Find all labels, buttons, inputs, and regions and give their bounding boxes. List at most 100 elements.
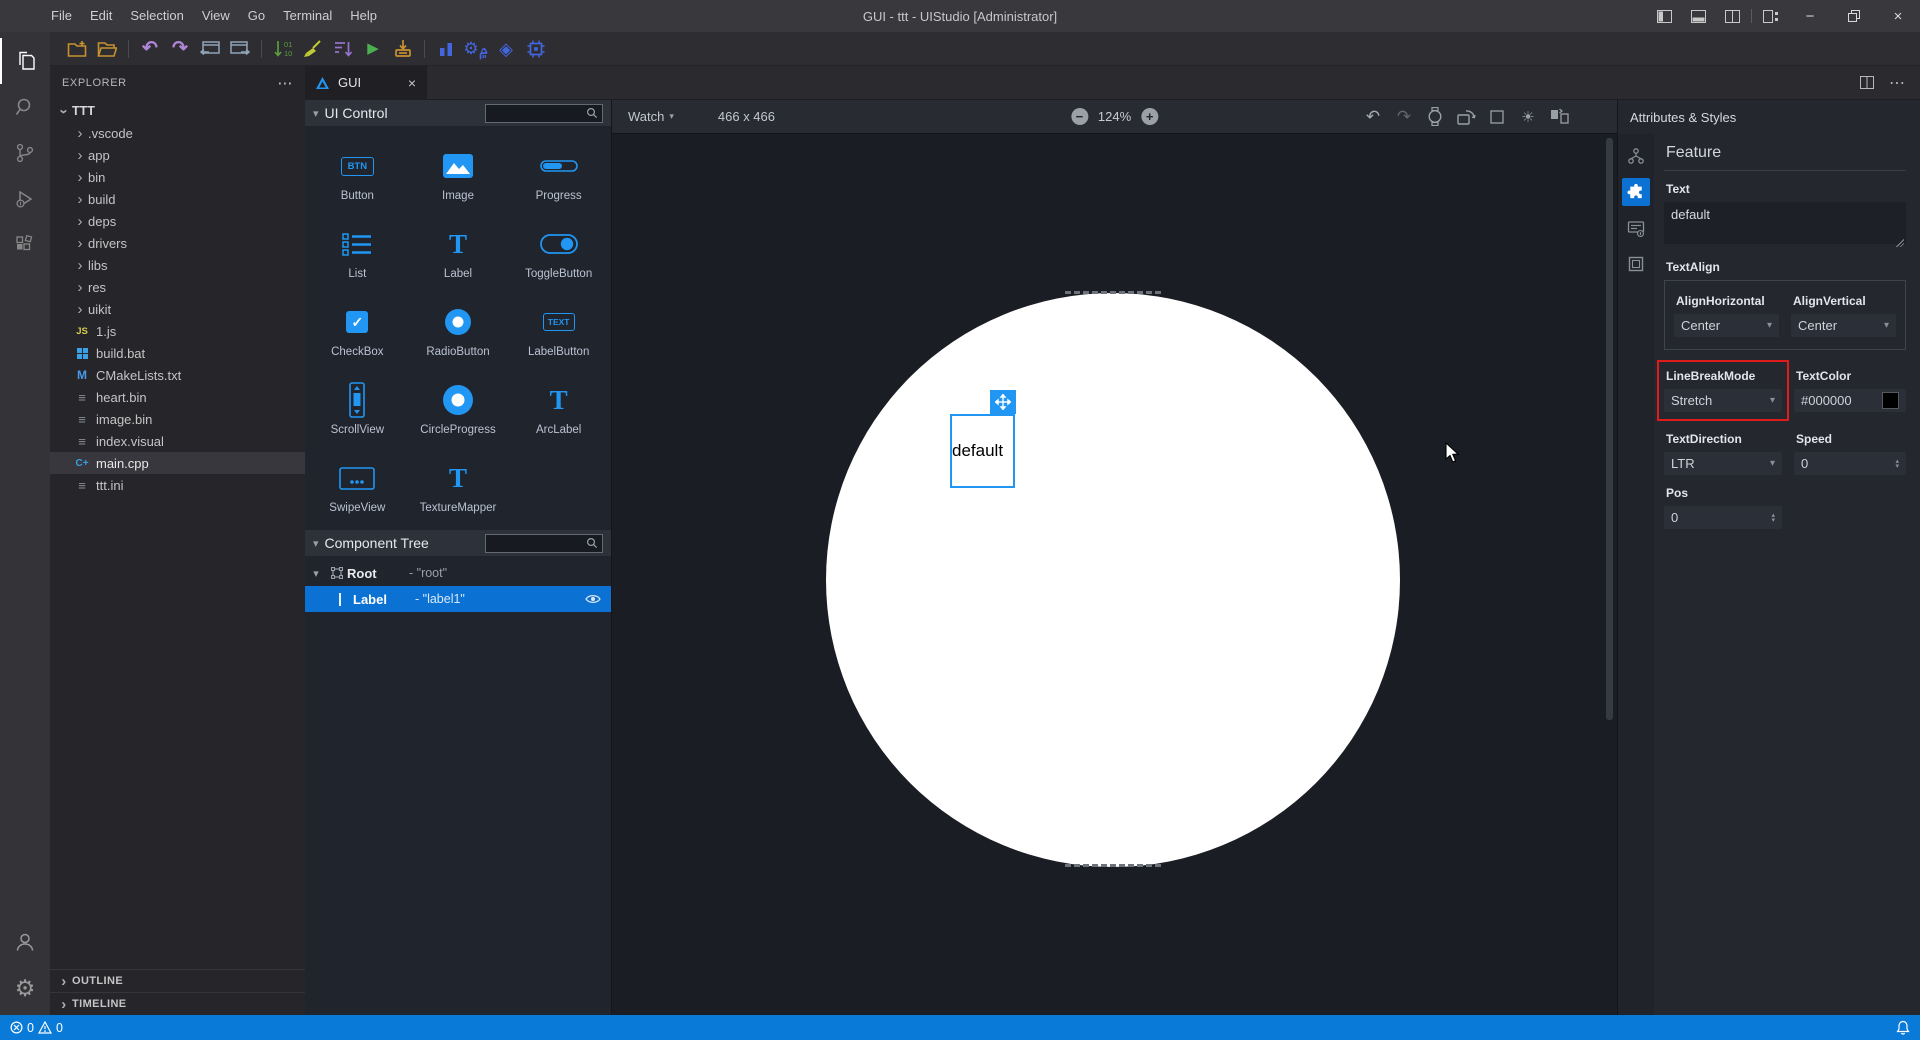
notifications-bell-icon[interactable] [1896,1020,1910,1035]
menu-go[interactable]: Go [239,0,274,32]
speed-stepper[interactable]: 0 ▴ ▾ [1794,452,1906,475]
stepper-arrows-icon[interactable]: ▴ ▾ [1771,512,1775,524]
tree-file-1js[interactable]: JS 1.js [50,320,305,342]
tree-file-heartbin[interactable]: ≡ heart.bin [50,386,305,408]
stats-bars-icon[interactable] [431,36,461,62]
run-play-icon[interactable]: ▶ [358,36,388,62]
run-debug-icon[interactable] [0,176,50,222]
clean-broom-icon[interactable] [298,36,328,62]
canvas-undo-icon[interactable]: ↶ [1361,107,1385,127]
tree-folder-vscode[interactable]: › .vscode [50,122,305,144]
text-input[interactable]: default [1664,202,1906,244]
explorer-icon[interactable] [0,38,50,84]
theme-brightness-icon[interactable]: ☀ [1516,108,1540,126]
move-handle[interactable] [990,390,1016,414]
chip-icon[interactable] [521,36,551,62]
menu-view[interactable]: View [193,0,239,32]
component-tree-header[interactable]: ▾ Component Tree [305,530,611,556]
close-tab-icon[interactable]: × [408,75,416,91]
palette-arclabel[interactable]: T ArcLabel [508,374,609,436]
tree-folder-libs[interactable]: › libs [50,254,305,276]
selection-box-icon[interactable] [1485,109,1509,124]
menu-selection[interactable]: Selection [121,0,192,32]
palette-radiobutton[interactable]: RadioButton [408,296,509,358]
tree-folder-bin[interactable]: › bin [50,166,305,188]
tree-node-root[interactable]: ▾ Root - "root" [305,560,611,586]
more-actions-icon[interactable]: ⋯ [277,74,293,92]
menu-file[interactable]: File [42,0,81,32]
zoom-in-button[interactable]: + [1141,108,1159,125]
problems-indicator[interactable]: 0 0 [10,1021,63,1035]
open-folder-icon[interactable] [92,36,122,62]
tree-root-ttt[interactable]: › TTT [50,100,305,122]
pos-stepper[interactable]: 0 ▴ ▾ [1664,506,1782,529]
import-window-icon[interactable] [195,36,225,62]
align-vertical-select[interactable]: Center ▾ [1791,314,1896,337]
component-tree-search-input[interactable] [485,533,603,553]
palette-texturemapper[interactable]: T TextureMapper [408,452,509,514]
palette-circleprogress[interactable]: CircleProgress [408,374,509,436]
export-window-icon[interactable] [225,36,255,62]
frame-icon[interactable] [1622,250,1650,278]
sort-numeric-icon[interactable]: 01 10 [268,36,298,62]
hierarchy-icon[interactable] [1622,142,1650,170]
visibility-eye-icon[interactable] [585,593,601,605]
tree-file-imagebin[interactable]: ≡ image.bin [50,408,305,430]
selected-label-widget[interactable]: default [950,414,1015,488]
color-swatch[interactable] [1882,392,1899,409]
tree-folder-res[interactable]: › res [50,276,305,298]
deploy-icon[interactable] [388,36,418,62]
canvas-viewport[interactable]: default [612,134,1617,1015]
tree-folder-uikit[interactable]: › uikit [50,298,305,320]
redo-icon[interactable]: ↷ [165,36,195,62]
settings-gear-icon[interactable]: ⚙ [0,965,50,1011]
restore-button[interactable] [1832,0,1876,32]
info-panel-icon[interactable] [1622,214,1650,242]
linebreakmode-select[interactable]: Stretch ▾ [1664,389,1782,412]
close-button[interactable]: × [1876,0,1920,32]
palette-togglebutton[interactable]: ToggleButton [508,218,609,280]
palette-labelbutton[interactable]: TEXT LabelButton [508,296,609,358]
tree-file-maincpp[interactable]: C+ main.cpp [50,452,305,474]
layout-switch-icon[interactable] [1547,108,1571,125]
toggle-panel-icon[interactable] [1681,0,1715,32]
tree-file-tttini[interactable]: ≡ ttt.ini [50,474,305,496]
tree-file-buildbat[interactable]: build.bat [50,342,305,364]
diamond-icon[interactable]: ◈ [491,36,521,62]
device-select[interactable]: Watch ▾ [628,109,674,124]
palette-image[interactable]: Image [408,140,509,202]
minimize-button[interactable]: − [1788,0,1832,32]
palette-button[interactable]: BTN Button [307,140,408,202]
palette-swipeview[interactable]: SwipeView [307,452,408,514]
canvas-redo-icon[interactable]: ↷ [1392,107,1416,127]
menu-edit[interactable]: Edit [81,0,121,32]
more-actions-icon[interactable]: ⋯ [1882,73,1912,93]
palette-list[interactable]: List [307,218,408,280]
tab-gui[interactable]: GUI × [305,65,427,100]
outline-section[interactable]: › OUTLINE [50,969,305,992]
ui-control-search-input[interactable] [485,103,603,123]
account-icon[interactable] [0,919,50,965]
palette-scrollview[interactable]: ScrollView [307,374,408,436]
menu-help[interactable]: Help [341,0,386,32]
split-editor-icon[interactable] [1852,76,1882,89]
palette-label[interactable]: T Label [408,218,509,280]
extensions-icon[interactable] [0,222,50,268]
tree-folder-drivers[interactable]: › drivers [50,232,305,254]
palette-progress[interactable]: Progress [508,140,609,202]
feature-puzzle-icon[interactable] [1622,178,1650,206]
tree-folder-app[interactable]: › app [50,144,305,166]
tree-file-cmakelists[interactable]: M CMakeLists.txt [50,364,305,386]
watch-device-icon[interactable] [1423,107,1447,126]
timeline-section[interactable]: › TIMELINE [50,992,305,1015]
tree-folder-deps[interactable]: › deps [50,210,305,232]
watch-face-circle[interactable] [826,293,1400,867]
search-icon[interactable] [0,84,50,130]
undo-icon[interactable]: ↶ [135,36,165,62]
tree-node-label1[interactable]: Label - "label1" [305,586,611,612]
textdirection-select[interactable]: LTR ▾ [1664,452,1782,475]
new-project-folder-icon[interactable] [62,36,92,62]
source-control-icon[interactable] [0,130,50,176]
menu-terminal[interactable]: Terminal [274,0,341,32]
palette-checkbox[interactable]: ✓ CheckBox [307,296,408,358]
